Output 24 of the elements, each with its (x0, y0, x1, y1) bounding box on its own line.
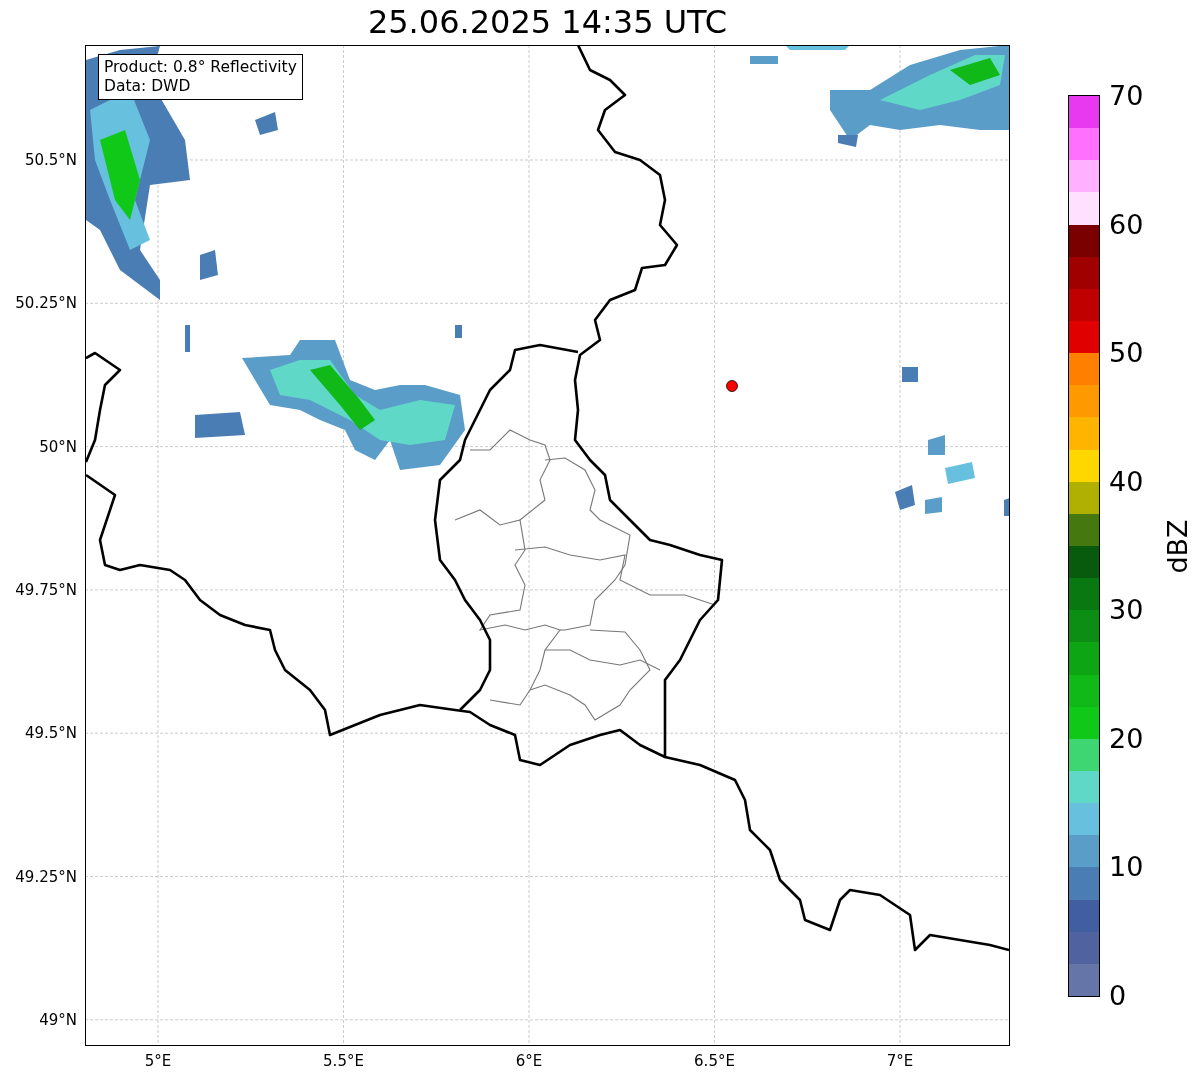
colorbar-tick-label: 40 (1109, 466, 1144, 497)
latitude-label: 49.5°N (24, 724, 77, 743)
colorbar-tick-label: 70 (1109, 81, 1144, 111)
longitude-label: 7°E (886, 1052, 914, 1070)
longitude-label: 6°E (515, 1052, 543, 1070)
latitude-label: 50.5°N (24, 151, 77, 169)
latitude-label: 49°N (39, 1010, 77, 1029)
longitude-label: 6.5°E (694, 1052, 735, 1070)
colorbar-tick-label: 30 (1109, 595, 1144, 626)
latitude-label: 50°N (39, 437, 77, 456)
colorbar-tick-label: 0 (1109, 981, 1127, 1011)
latitude-label: 49.25°N (15, 867, 77, 886)
colorbar-tick-label: 60 (1109, 209, 1144, 240)
radar-site-marker (726, 380, 738, 392)
chart-title: 25.06.2025 14:35 UTC (367, 6, 728, 38)
map-legend: Product: 0.8° Reflectivity Data: DWD (98, 54, 303, 100)
longitude-label: 5.5°E (323, 1052, 364, 1070)
colorbar-tick-label: 50 (1109, 338, 1144, 369)
latitude-label: 49.75°N (15, 580, 77, 599)
longitude-label: 5°E (144, 1052, 172, 1070)
colorbar-label: dBZ (1161, 518, 1193, 574)
colorbar-tick-label: 20 (1109, 723, 1144, 754)
latitude-label: 50.25°N (15, 294, 77, 313)
colorbar-tick-label: 10 (1109, 852, 1144, 883)
